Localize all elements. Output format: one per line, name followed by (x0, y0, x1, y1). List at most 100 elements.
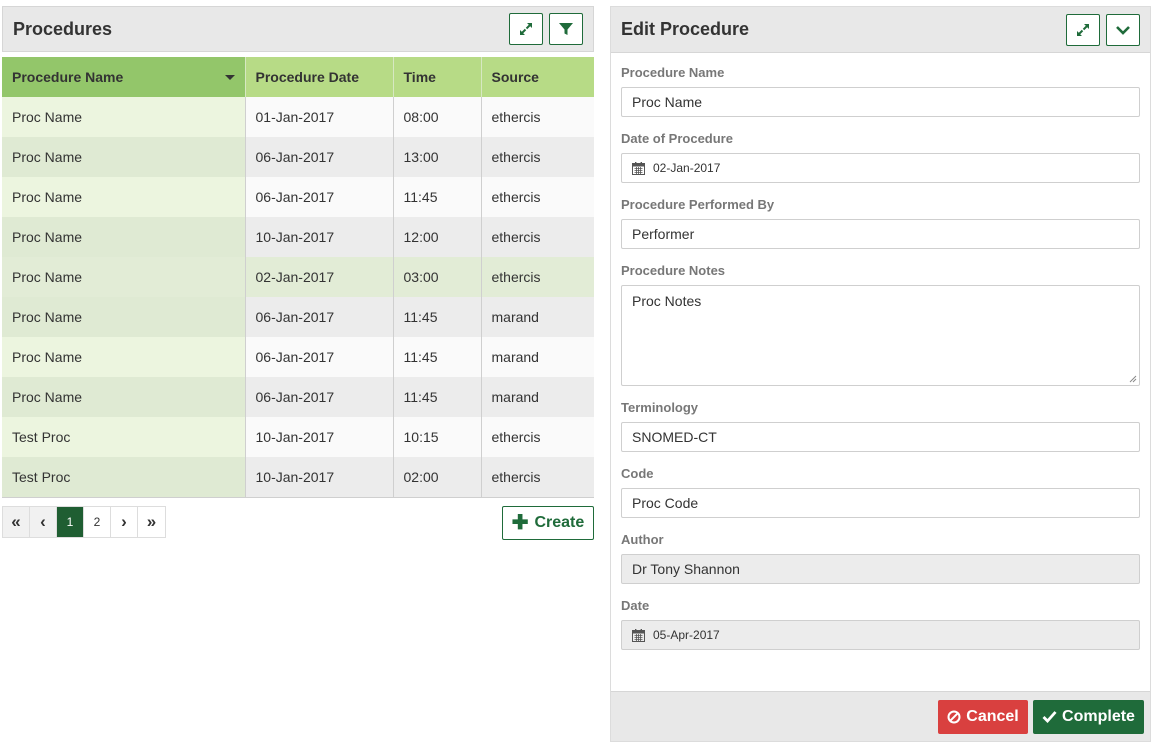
table-row[interactable]: Proc Name 06-Jan-2017 13:00 ethercis (2, 137, 594, 177)
pagination: « ‹ 1 2 › » (2, 505, 166, 538)
table-row[interactable]: Proc Name 06-Jan-2017 11:45 ethercis (2, 177, 594, 217)
cell-procedure-name: Proc Name (2, 377, 246, 417)
cell-source: ethercis (481, 177, 594, 217)
field-code: Code Proc Code (621, 466, 1140, 518)
field-procedure-notes: Procedure Notes Proc Notes (621, 263, 1140, 386)
table-row[interactable]: Test Proc 10-Jan-2017 10:15 ethercis (2, 417, 594, 457)
field-label: Code (621, 466, 654, 481)
complete-button[interactable]: Complete (1033, 699, 1144, 734)
cell-procedure-date: 06-Jan-2017 (245, 377, 394, 417)
table-footer: « ‹ 1 2 › » ✚ Create (2, 505, 594, 552)
cell-procedure-date: 10-Jan-2017 (245, 217, 394, 257)
cell-procedure-name: Proc Name (2, 297, 246, 337)
procedure-name-input[interactable]: Proc Name (621, 87, 1140, 117)
field-label: Date of Procedure (621, 131, 733, 146)
table-row[interactable]: Test Proc 10-Jan-2017 02:00 ethercis (2, 457, 594, 497)
first-page-button[interactable]: « (3, 506, 30, 537)
cell-time: 03:00 (393, 257, 482, 297)
panel-title: Procedures (13, 18, 113, 39)
calendar-icon (632, 161, 645, 175)
expand-button[interactable] (1066, 13, 1100, 46)
procedures-panel: Procedures Procedure Name Procedure Date (2, 6, 594, 552)
cell-procedure-date: 02-Jan-2017 (245, 257, 394, 297)
date-input: 05-Apr-2017 (621, 620, 1140, 650)
cell-procedure-date: 10-Jan-2017 (245, 417, 394, 457)
last-page-button[interactable]: » (138, 506, 165, 537)
page-1-button[interactable]: 1 (57, 506, 84, 537)
cancel-label: Cancel (966, 707, 1019, 725)
date-value: 05-Apr-2017 (653, 628, 720, 642)
procedures-table: Procedure Name Procedure Date Time Sourc… (2, 57, 594, 498)
expand-button[interactable] (509, 13, 543, 45)
sort-caret-icon (224, 75, 235, 80)
filter-icon (559, 23, 573, 35)
table-row[interactable]: Proc Name 10-Jan-2017 12:00 ethercis (2, 217, 594, 257)
complete-label: Complete (1062, 707, 1135, 725)
chevron-down-icon (1116, 25, 1130, 35)
table-header-row: Procedure Name Procedure Date Time Sourc… (2, 57, 594, 97)
check-icon (1042, 711, 1057, 723)
cell-procedure-date: 06-Jan-2017 (245, 177, 394, 217)
cell-procedure-date: 10-Jan-2017 (245, 457, 394, 497)
expand-arrows-icon (520, 23, 532, 35)
cell-time: 11:45 (393, 177, 482, 217)
performed-by-input[interactable]: Performer (621, 219, 1140, 249)
table-row[interactable]: Proc Name 06-Jan-2017 11:45 marand (2, 337, 594, 377)
cell-procedure-name: Proc Name (2, 257, 246, 297)
field-label: Terminology (621, 400, 699, 415)
table-row[interactable]: Proc Name 06-Jan-2017 11:45 marand (2, 377, 594, 417)
field-author: Author Dr Tony Shannon (621, 532, 1140, 584)
cell-time: 11:45 (393, 297, 482, 337)
column-header-procedure-name[interactable]: Procedure Name (2, 57, 246, 97)
cell-procedure-date: 01-Jan-2017 (245, 97, 394, 137)
cell-procedure-name: Proc Name (2, 177, 246, 217)
field-label: Date (621, 598, 650, 613)
cell-procedure-name: Proc Name (2, 137, 246, 177)
column-header-source[interactable]: Source (481, 57, 594, 97)
next-page-button[interactable]: › (111, 506, 138, 537)
cell-procedure-name: Test Proc (2, 457, 246, 497)
author-input: Dr Tony Shannon (621, 554, 1140, 584)
prev-page-button[interactable]: ‹ (30, 506, 57, 537)
create-button-label: Create (534, 513, 585, 531)
terminology-input[interactable]: SNOMED-CT (621, 422, 1140, 452)
field-label: Procedure Name (621, 65, 725, 80)
procedures-panel-header: Procedures (2, 6, 594, 52)
cell-source: ethercis (481, 457, 594, 497)
cancel-button[interactable]: Cancel (938, 699, 1028, 734)
field-date-of-procedure: Date of Procedure 02-Jan-2017 (621, 131, 1140, 183)
cell-source: marand (481, 377, 594, 417)
column-header-label: Procedure Date (255, 69, 359, 85)
date-of-procedure-input[interactable]: 02-Jan-2017 (621, 153, 1140, 183)
filter-button[interactable] (549, 13, 583, 45)
cell-procedure-name: Proc Name (2, 97, 246, 137)
cell-source: ethercis (481, 137, 594, 177)
cell-procedure-name: Proc Name (2, 217, 246, 257)
create-button[interactable]: ✚ Create (502, 505, 594, 540)
page-2-button[interactable]: 2 (84, 506, 111, 537)
cell-source: marand (481, 337, 594, 377)
cell-time: 02:00 (393, 457, 482, 497)
plus-icon: ✚ (511, 511, 529, 534)
field-procedure-name: Procedure Name Proc Name (621, 65, 1140, 117)
collapse-button[interactable] (1106, 13, 1140, 46)
field-date: Date 05-Apr-2017 (621, 598, 1140, 650)
field-terminology: Terminology SNOMED-CT (621, 400, 1140, 452)
column-header-label: Procedure Name (12, 69, 124, 85)
cell-source: marand (481, 297, 594, 337)
cell-procedure-name: Test Proc (2, 417, 246, 457)
table-row[interactable]: Proc Name 01-Jan-2017 08:00 ethercis (2, 97, 594, 137)
table-row[interactable]: Proc Name 06-Jan-2017 11:45 marand (2, 297, 594, 337)
code-input[interactable]: Proc Code (621, 488, 1140, 518)
cell-time: 08:00 (393, 97, 482, 137)
resize-grip-icon[interactable] (1129, 375, 1137, 383)
cell-procedure-date: 06-Jan-2017 (245, 297, 394, 337)
table-row[interactable]: Proc Name 02-Jan-2017 03:00 ethercis (2, 257, 594, 297)
cell-source: ethercis (481, 257, 594, 297)
field-label: Procedure Notes (621, 263, 726, 278)
cell-time: 13:00 (393, 137, 482, 177)
procedure-notes-textarea[interactable]: Proc Notes (621, 285, 1140, 386)
cell-time: 12:00 (393, 217, 482, 257)
column-header-time[interactable]: Time (393, 57, 482, 97)
column-header-procedure-date[interactable]: Procedure Date (245, 57, 394, 97)
